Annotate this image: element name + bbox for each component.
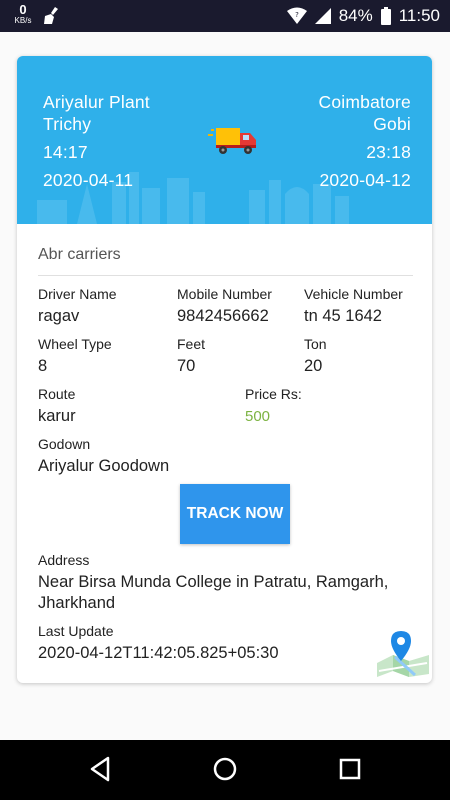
- vehicle-value: tn 45 1642: [304, 307, 382, 325]
- divider: [38, 275, 413, 276]
- net-speed-value: 0: [19, 2, 27, 17]
- route-value: karur: [38, 407, 76, 425]
- driver-name-value: ragav: [38, 307, 80, 325]
- feet-value: 70: [177, 357, 196, 375]
- home-icon[interactable]: [210, 754, 240, 789]
- to-date: 2020-04-12: [319, 170, 411, 190]
- net-speed: 0 KB/s: [10, 3, 36, 25]
- ton-value: 20: [304, 357, 323, 375]
- carrier-name: Abr carriers: [38, 246, 121, 263]
- track-now-button[interactable]: TRACK NOW: [180, 484, 290, 544]
- godown-value: Ariyalur Goodown: [38, 457, 170, 475]
- address-line-1: Near Birsa Munda College in Patratu, Ram…: [38, 573, 389, 591]
- battery-percent: 84%: [338, 6, 373, 25]
- net-speed-unit: KB/s: [14, 16, 32, 25]
- last-update-value: 2020-04-12T11:42:05.825+05:30: [38, 644, 279, 662]
- wifi-icon: ?: [286, 7, 307, 25]
- price-value: 500: [245, 408, 271, 425]
- to-time: 23:18: [366, 142, 411, 162]
- feet-label: Feet: [177, 336, 206, 352]
- map-pin-icon[interactable]: [375, 627, 431, 682]
- ton-label: Ton: [304, 336, 327, 352]
- battery-icon: [380, 7, 391, 25]
- godown-label: Godown: [38, 436, 91, 452]
- status-bar: 0 KB/s ? 84% 11:50: [0, 0, 450, 32]
- to-city: Gobi: [373, 114, 411, 134]
- shipment-card[interactable]: Ariyalur Plant Trichy 14:17 2020-04-11 C…: [17, 56, 432, 683]
- address-line-2: Jharkhand: [38, 594, 116, 612]
- route-label: Route: [38, 386, 76, 402]
- cleaner-icon: [42, 6, 62, 31]
- wheel-type-value: 8: [38, 357, 48, 375]
- from-city: Trichy: [43, 114, 92, 134]
- wheel-type-label: Wheel Type: [38, 336, 112, 352]
- mobile-label: Mobile Number: [177, 286, 272, 302]
- address-label: Address: [38, 552, 90, 568]
- recents-icon[interactable]: [336, 754, 364, 789]
- driver-name-label: Driver Name: [38, 286, 117, 302]
- trip-header: Ariyalur Plant Trichy 14:17 2020-04-11 C…: [17, 56, 432, 224]
- svg-text:?: ?: [295, 11, 299, 19]
- to-place: Coimbatore: [318, 92, 411, 112]
- from-place: Ariyalur Plant: [43, 92, 150, 112]
- back-icon[interactable]: [86, 754, 114, 789]
- from-time: 14:17: [43, 142, 88, 162]
- vehicle-label: Vehicle Number: [304, 286, 403, 302]
- last-update-label: Last Update: [38, 623, 114, 639]
- signal-icon: [314, 8, 331, 24]
- price-label: Price Rs:: [245, 386, 302, 402]
- clock: 11:50: [398, 6, 440, 25]
- from-date: 2020-04-11: [43, 170, 134, 190]
- mobile-value[interactable]: 9842456662: [177, 307, 269, 326]
- truck-icon: [208, 125, 258, 160]
- navigation-bar: [0, 740, 450, 800]
